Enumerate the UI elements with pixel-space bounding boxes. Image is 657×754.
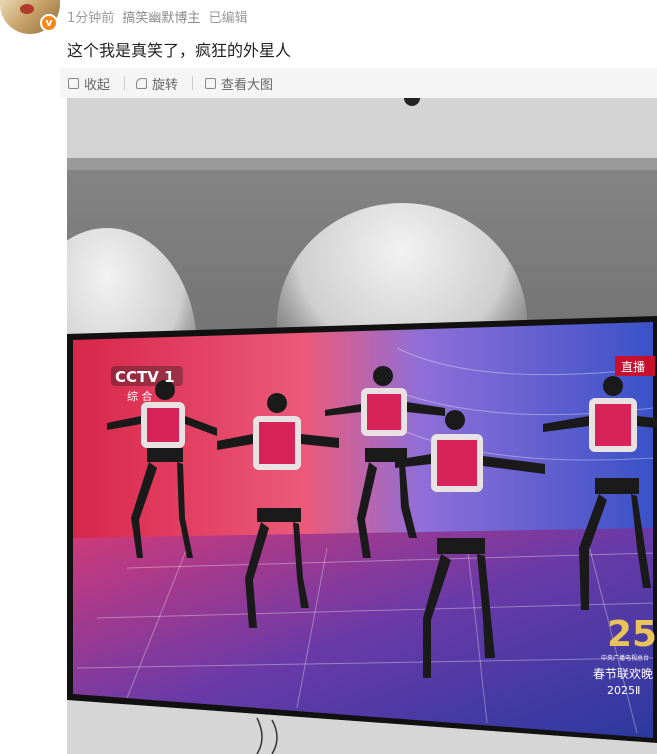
live-badge: 直播 [615, 356, 655, 376]
event-year-text: 2025Ⅱ [607, 684, 640, 697]
verified-badge-icon: v [40, 14, 58, 32]
toolbar-divider [124, 76, 125, 90]
rotate-label: 旋转 [152, 78, 179, 93]
post-source[interactable]: 搞笑幽默博主 [122, 11, 200, 26]
collect-button[interactable]: 收起 [68, 74, 110, 93]
view-large-button[interactable]: 查看大图 [205, 74, 273, 93]
post-photo[interactable]: CCTV 1 综 合 直播 25 中央广播电视总台 春节联欢晚 2025Ⅱ [67, 98, 657, 754]
ceiling-edge [67, 158, 657, 170]
view-large-icon [205, 78, 216, 89]
collapse-icon [68, 78, 79, 89]
channel-logo-text: CCTV 1 [115, 368, 175, 386]
rotate-icon [136, 78, 147, 89]
post-time: 1分钟前 [67, 11, 115, 26]
event-name-text: 春节联欢晚 [593, 666, 653, 681]
rotate-button[interactable]: 旋转 [136, 74, 178, 93]
view-large-label: 查看大图 [221, 78, 274, 93]
tv-screen: CCTV 1 综 合 直播 25 中央广播电视总台 春节联欢晚 2025Ⅱ [73, 322, 657, 738]
live-badge-text: 直播 [621, 360, 645, 374]
channel-sub-text: 综 合 [127, 389, 153, 403]
post-edited: 已编辑 [208, 11, 248, 26]
toolbar-divider [192, 76, 193, 90]
ceiling [67, 98, 657, 158]
image-toolbar: 收起 旋转 查看大图 [60, 68, 657, 98]
photo-svg: CCTV 1 综 合 直播 25 中央广播电视总台 春节联欢晚 2025Ⅱ [67, 98, 657, 754]
post-text: 这个我是真笑了，疯狂的外星人 [67, 41, 292, 60]
avatar-detail [20, 4, 34, 14]
post-meta: 1分钟前 搞笑幽默博主 已编辑 [67, 7, 252, 26]
event-number-logo: 25 [607, 614, 657, 655]
event-small-text: 中央广播电视总台 [601, 654, 649, 662]
collect-label: 收起 [84, 78, 111, 93]
